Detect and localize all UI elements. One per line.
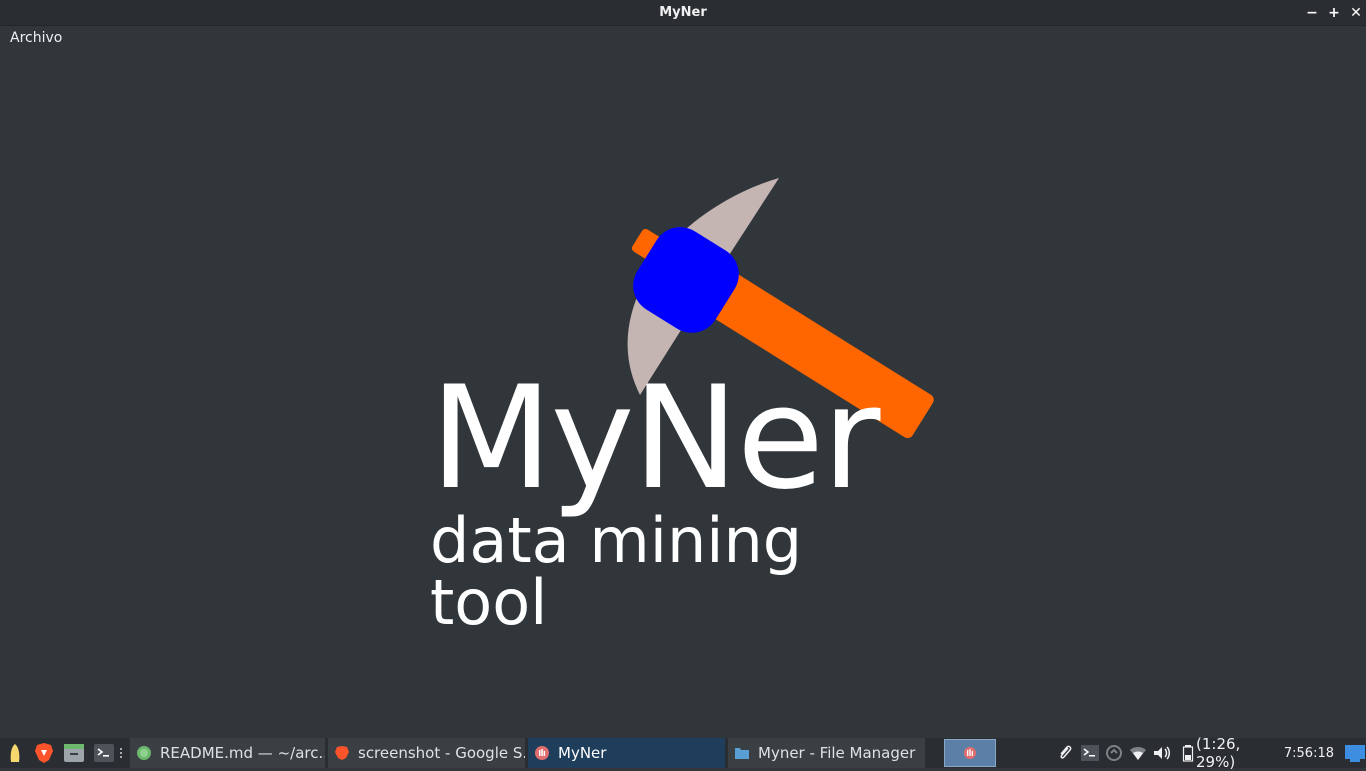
wifi-icon[interactable] (1128, 744, 1148, 762)
task-file-manager[interactable]: Myner - File Manager (728, 738, 926, 768)
taskbar: README.md — ~/arc... screenshot - Google… (0, 735, 1366, 771)
file-manager-icon[interactable] (62, 741, 86, 765)
volume-icon[interactable] (1152, 744, 1172, 762)
system-tray: (1:26, 29%) 7:56:18 (1056, 735, 1366, 771)
terminal-tray-icon[interactable] (1080, 744, 1100, 762)
app-menu-icon[interactable] (3, 741, 27, 765)
launcher-separator (120, 748, 124, 758)
kate-icon (137, 746, 151, 760)
task-label: MyNer (558, 744, 607, 762)
clock[interactable]: 7:56:18 (1284, 746, 1334, 761)
myner-icon (535, 746, 549, 760)
show-desktop-icon[interactable] (1344, 743, 1366, 763)
logo-subtitle: data mining tool (430, 504, 803, 639)
update-icon[interactable] (1104, 744, 1124, 762)
logo-title: MyNer (430, 356, 881, 521)
myner-icon (964, 747, 976, 759)
task-label: screenshot - Google S... (358, 744, 526, 762)
task-readme[interactable]: README.md — ~/arc... (130, 738, 326, 768)
task-label: README.md — ~/arc... (160, 744, 326, 762)
terminal-icon[interactable] (92, 741, 116, 765)
desktop-pager[interactable] (944, 739, 996, 767)
paperclip-icon[interactable] (1056, 744, 1074, 762)
battery-icon[interactable] (1182, 744, 1194, 762)
task-myner[interactable]: MyNer (528, 738, 726, 768)
task-label: Myner - File Manager (758, 744, 916, 762)
folder-icon (735, 748, 749, 759)
brave-browser-icon (335, 746, 349, 760)
brave-browser-icon[interactable] (32, 741, 56, 765)
task-brave[interactable]: screenshot - Google S... (328, 738, 526, 768)
battery-status: (1:26, 29%) (1196, 735, 1241, 771)
